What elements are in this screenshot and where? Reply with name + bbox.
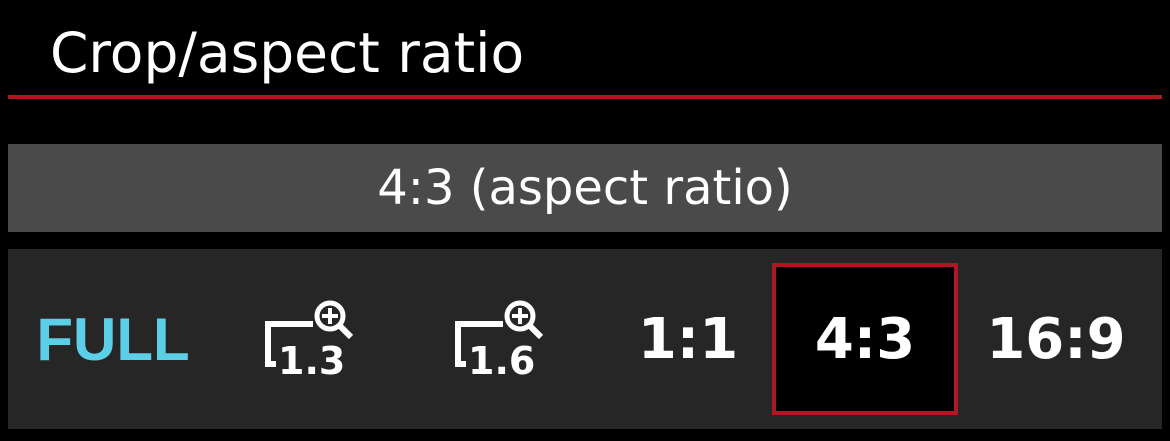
- crop-factor-label: 1.3: [278, 339, 345, 383]
- crop-zoom-icon: 1.6: [455, 300, 544, 383]
- description-text: 4:3 (aspect ratio): [377, 160, 793, 216]
- option-crop-1-6[interactable]: 1.6: [423, 263, 583, 415]
- option-4-3-label: 4:3: [814, 306, 916, 372]
- title-divider: [8, 95, 1162, 99]
- crop-factor-label: 1.6: [468, 339, 535, 383]
- crop-zoom-icon: 1.3: [265, 300, 354, 383]
- crop-options-panel: FULL 1.3 1.6 1:1 4:3 16:9: [8, 249, 1162, 429]
- option-crop-1-3[interactable]: 1.3: [233, 263, 393, 415]
- menu-title: Crop/aspect ratio: [50, 21, 525, 85]
- option-1-1[interactable]: 1:1: [608, 263, 768, 415]
- option-4-3-selected[interactable]: 4:3: [772, 263, 958, 415]
- option-1-1-label: 1:1: [637, 306, 739, 372]
- option-16-9[interactable]: 16:9: [966, 263, 1146, 415]
- option-full-label: FULL: [36, 305, 190, 373]
- selected-option-description: 4:3 (aspect ratio): [8, 144, 1162, 232]
- option-full[interactable]: FULL: [28, 263, 198, 415]
- option-16-9-label: 16:9: [986, 306, 1126, 372]
